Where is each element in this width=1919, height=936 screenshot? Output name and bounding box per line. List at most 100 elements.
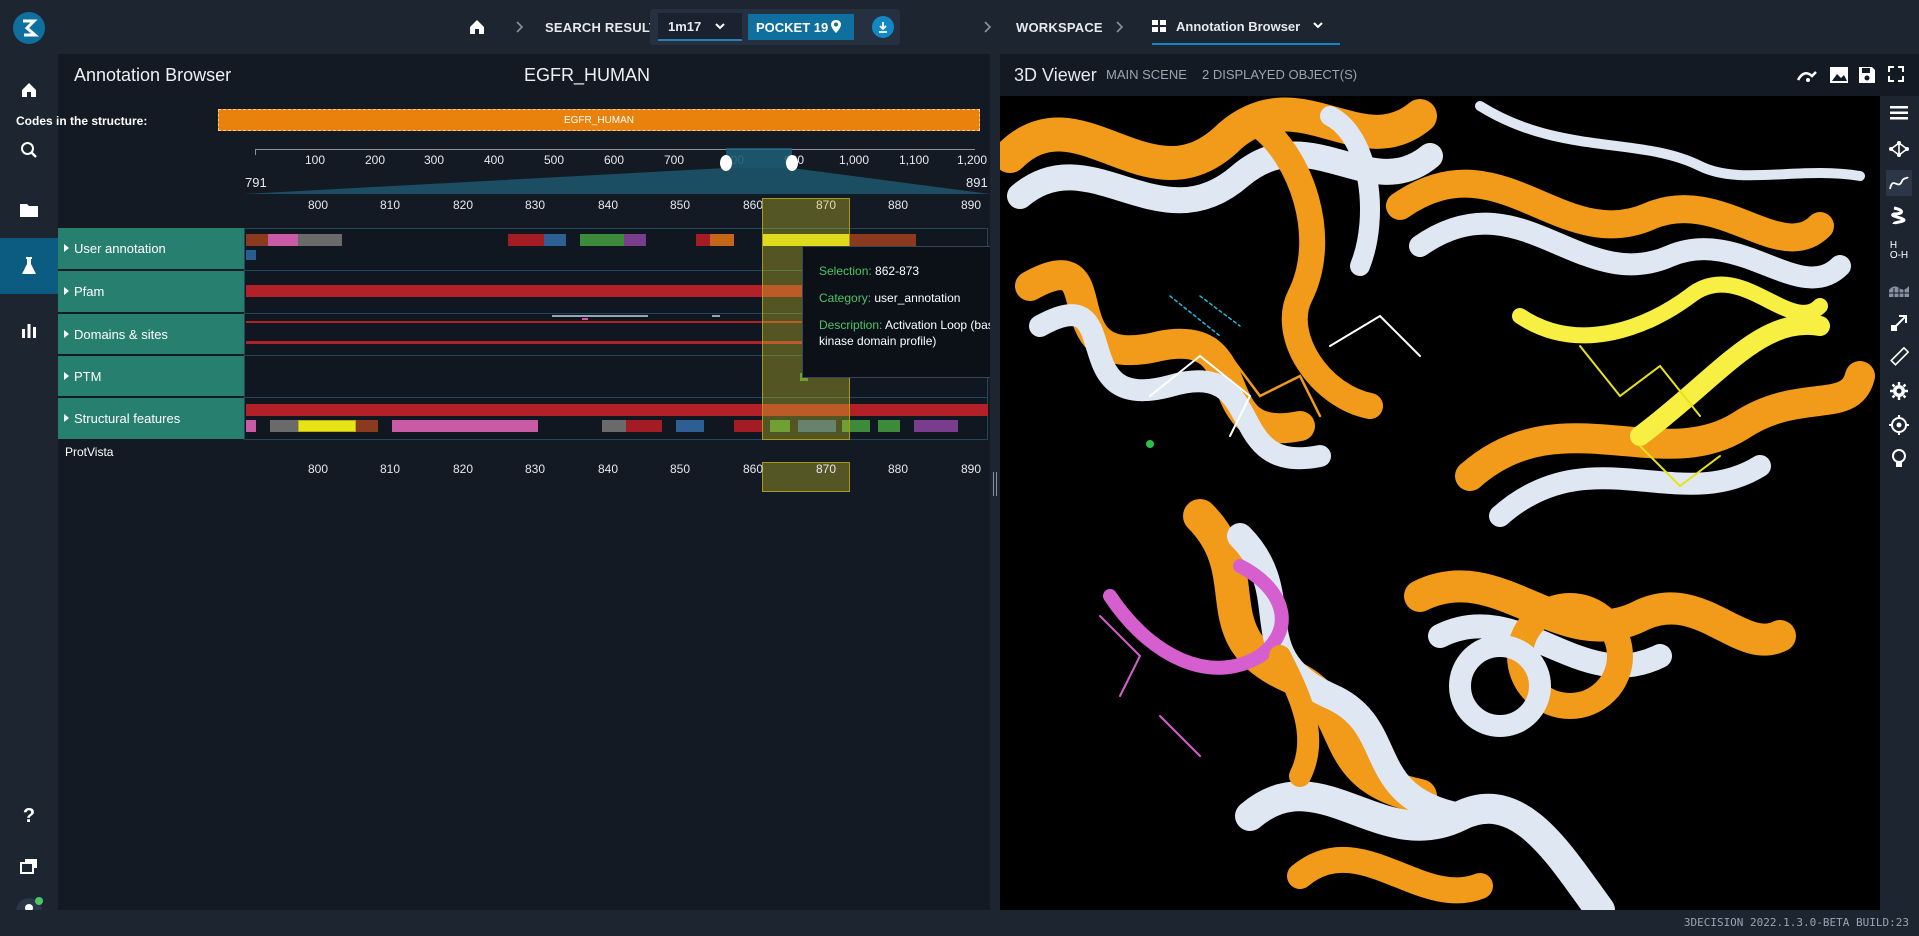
viewer-toolbar: H O-H bbox=[1880, 96, 1919, 910]
menu-icon[interactable] bbox=[1886, 100, 1912, 126]
zoom-tick: 860 bbox=[742, 198, 764, 212]
footer bbox=[0, 910, 1919, 936]
surface-icon[interactable] bbox=[1886, 276, 1912, 302]
protein-name: EGFR_HUMAN bbox=[524, 65, 651, 85]
copy-icon[interactable] bbox=[0, 840, 58, 892]
feature-segment[interactable] bbox=[878, 420, 900, 432]
expand-icon bbox=[64, 372, 69, 380]
home-breadcrumb-icon[interactable] bbox=[468, 18, 486, 41]
bar-chart-icon[interactable] bbox=[0, 304, 58, 356]
hydrogen-icon[interactable]: H O-H bbox=[1886, 238, 1912, 264]
feature-segment[interactable] bbox=[914, 420, 958, 432]
search-icon[interactable] bbox=[0, 124, 58, 176]
structure-bar[interactable] bbox=[246, 404, 988, 416]
feature-segment[interactable] bbox=[298, 234, 342, 246]
flask-icon[interactable] bbox=[0, 238, 58, 294]
helix-icon[interactable] bbox=[1886, 204, 1912, 230]
range-handle-right[interactable] bbox=[786, 155, 798, 171]
zoom-trapezoid bbox=[244, 148, 990, 194]
codes-bar[interactable]: EGFR_HUMAN bbox=[218, 109, 980, 131]
download-icon[interactable] bbox=[872, 16, 894, 38]
feature-segment[interactable] bbox=[392, 420, 538, 432]
save-icon[interactable] bbox=[1858, 66, 1876, 89]
domain-line[interactable] bbox=[246, 341, 802, 344]
shape-icon[interactable] bbox=[1796, 66, 1818, 89]
track-user-annotation[interactable]: User annotation bbox=[58, 228, 244, 270]
domain-line[interactable] bbox=[246, 321, 802, 323]
breadcrumb-search-results[interactable]: SEARCH RESULTS bbox=[545, 0, 666, 54]
zoom-tick: 800 bbox=[307, 198, 329, 212]
splitter-grip[interactable] bbox=[993, 472, 997, 496]
panel-splitter[interactable] bbox=[990, 54, 1000, 910]
arrow-icon[interactable] bbox=[1886, 310, 1912, 336]
fullscreen-icon[interactable] bbox=[1888, 66, 1904, 87]
zoom-tick: 890 bbox=[960, 198, 982, 212]
feature-segment[interactable] bbox=[508, 234, 544, 246]
image-icon[interactable] bbox=[1829, 66, 1849, 89]
annotation-browser-tab-label: Annotation Browser bbox=[1176, 18, 1301, 34]
ruler-icon[interactable] bbox=[1886, 344, 1912, 370]
feature-segment[interactable] bbox=[246, 420, 256, 432]
tooltip-description-key: Description: bbox=[819, 318, 883, 332]
feature-segment[interactable] bbox=[676, 420, 704, 432]
panel-title: Annotation Browser bbox=[74, 65, 232, 85]
tooltip-selection-key: Selection: bbox=[819, 264, 872, 278]
curve-icon[interactable] bbox=[1886, 170, 1912, 196]
range-start: 791 bbox=[245, 175, 267, 190]
feature-segment[interactable] bbox=[246, 250, 256, 260]
feature-segment[interactable] bbox=[356, 420, 378, 432]
zoom-tick: 850 bbox=[669, 198, 691, 212]
settings-icon[interactable] bbox=[1886, 378, 1912, 404]
viewer-scene[interactable]: MAIN SCENE bbox=[1106, 67, 1187, 82]
pocket-button[interactable]: POCKET 19 bbox=[748, 14, 854, 40]
location-pin-icon bbox=[831, 20, 841, 33]
feature-segment[interactable] bbox=[544, 234, 566, 246]
selection-highlight-bottom bbox=[762, 462, 850, 492]
structure-select-value: 1m17 bbox=[668, 18, 702, 34]
site-marker[interactable] bbox=[582, 318, 588, 320]
feature-segment[interactable] bbox=[696, 234, 710, 246]
codes-bar-text: EGFR_HUMAN bbox=[563, 114, 634, 126]
feature-segment[interactable] bbox=[580, 234, 624, 246]
breadcrumb-workspace[interactable]: WORKSPACE bbox=[1016, 0, 1103, 54]
feature-segment[interactable] bbox=[710, 234, 734, 246]
feature-segment[interactable] bbox=[298, 420, 356, 432]
feature-segment[interactable] bbox=[270, 420, 298, 432]
range-end: 891 bbox=[966, 175, 988, 190]
tooltip-category-key: Category: bbox=[819, 291, 872, 305]
feature-segment[interactable] bbox=[602, 420, 626, 432]
feature-segment[interactable] bbox=[626, 420, 662, 432]
track-domains-sites[interactable]: Domains & sites bbox=[58, 314, 244, 355]
track-ptm[interactable]: PTM bbox=[58, 356, 244, 397]
target-icon[interactable] bbox=[1886, 412, 1912, 438]
range-handle-left[interactable] bbox=[720, 155, 732, 171]
feature-segment[interactable] bbox=[734, 420, 762, 432]
network-icon[interactable] bbox=[1886, 136, 1912, 162]
chevron-down-icon bbox=[715, 23, 725, 30]
viewer-title: 3D Viewer bbox=[1014, 65, 1097, 85]
expand-icon bbox=[64, 330, 69, 338]
zoom-tick: 820 bbox=[452, 198, 474, 212]
expand-icon bbox=[64, 414, 69, 422]
track-pfam[interactable]: Pfam bbox=[58, 271, 244, 313]
feature-segment[interactable] bbox=[268, 234, 298, 246]
feature-segment[interactable] bbox=[624, 234, 646, 246]
molecule-viewer-canvas[interactable] bbox=[1000, 96, 1880, 910]
track-structural-features[interactable]: Structural features bbox=[58, 398, 244, 440]
site-marker[interactable] bbox=[552, 315, 648, 317]
viewer-objects[interactable]: 2 DISPLAYED OBJECT(S) bbox=[1202, 67, 1357, 82]
expand-icon bbox=[64, 244, 69, 252]
logo[interactable] bbox=[0, 2, 58, 54]
feature-segment[interactable] bbox=[246, 234, 268, 246]
site-marker[interactable] bbox=[712, 315, 720, 317]
zoom-tick: 860 bbox=[742, 462, 764, 476]
structure-select[interactable]: 1m17 bbox=[658, 13, 742, 41]
home-icon[interactable] bbox=[0, 64, 58, 116]
help-icon[interactable]: ? bbox=[0, 790, 58, 842]
folder-icon[interactable] bbox=[0, 184, 58, 236]
nav-rail: ? bbox=[0, 0, 58, 936]
feature-segment[interactable] bbox=[850, 234, 916, 246]
annotation-browser-tab[interactable]: Annotation Browser bbox=[1152, 9, 1340, 45]
zoom-tick: 830 bbox=[524, 462, 546, 476]
lightbulb-icon[interactable] bbox=[1886, 446, 1912, 472]
